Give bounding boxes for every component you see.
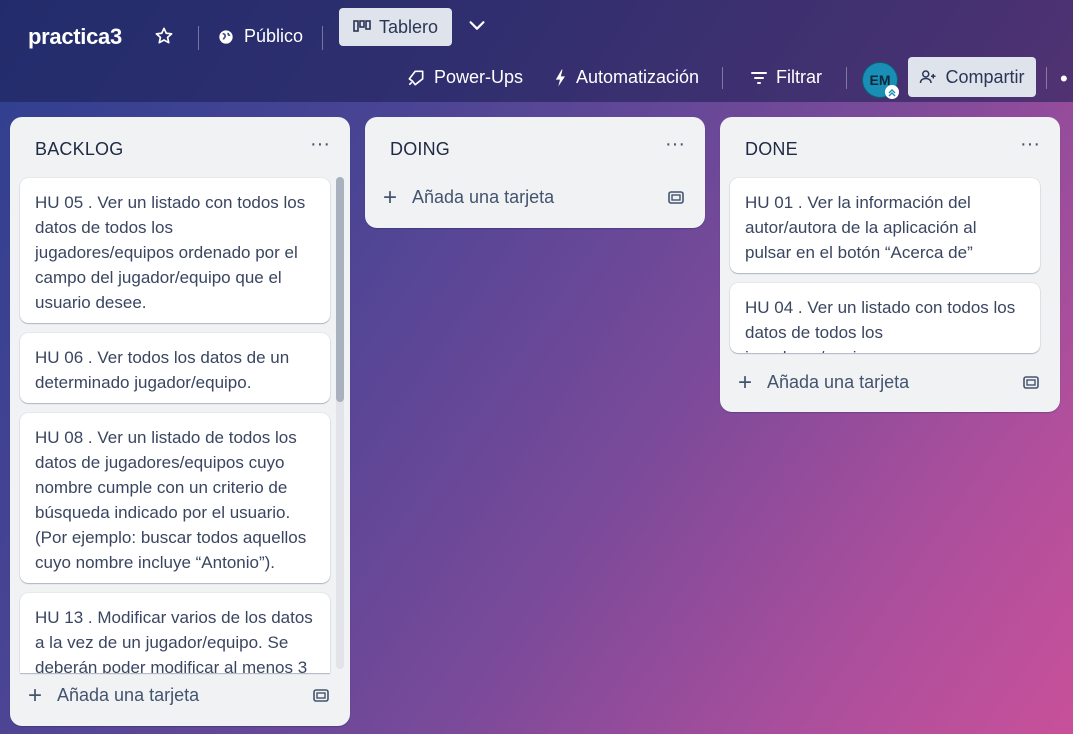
view-switch-button[interactable]: Tablero [339, 8, 452, 46]
divider [846, 67, 847, 89]
card-title: HU 06 . Ver todos los datos de un determ… [35, 348, 290, 392]
list-backlog: BACKLOG ··· HU 05 . Ver un listado con t… [10, 117, 350, 726]
list-menu-icon[interactable]: ··· [310, 133, 330, 156]
list-title[interactable]: DOING [390, 139, 450, 160]
card[interactable]: HU 04 . Ver un listado con todos los dat… [730, 283, 1040, 353]
filter-icon [751, 71, 767, 84]
list-title[interactable]: BACKLOG [35, 139, 123, 160]
card-title: HU 05 . Ver un listado con todos los dat… [35, 193, 306, 312]
add-card-button[interactable]: + Añada una tarjeta [380, 183, 555, 211]
view-label: Tablero [378, 16, 439, 37]
avatar[interactable]: EM [862, 62, 899, 99]
board-view-icon [353, 20, 371, 32]
list-menu-icon[interactable]: ··· [665, 133, 685, 156]
divider [198, 26, 199, 50]
share-label: Compartir [945, 66, 1025, 87]
globe-icon [219, 29, 233, 44]
card-template-icon[interactable] [312, 688, 330, 704]
plus-icon: + [737, 368, 752, 396]
card[interactable]: HU 01 . Ver la información del autor/aut… [730, 178, 1040, 273]
star-button[interactable] [154, 26, 174, 46]
more-menu-icon[interactable]: • [1060, 66, 1068, 92]
automation-button[interactable]: Automatización [552, 67, 699, 88]
card-title: HU 08 . Ver un listado de todos los dato… [35, 428, 307, 572]
visibility-button[interactable]: Público [216, 26, 303, 47]
divider [322, 26, 323, 50]
visibility-label: Público [244, 26, 304, 46]
card-title: HU 13 . Modificar varios de los datos a … [35, 608, 313, 673]
add-card-label: Añada una tarjeta [412, 187, 555, 207]
card-template-icon[interactable] [667, 190, 685, 206]
card[interactable]: HU 06 . Ver todos los datos de un determ… [20, 333, 330, 403]
admin-badge-icon [885, 85, 899, 99]
divider [722, 67, 723, 89]
add-card-button[interactable]: + Añada una tarjeta [735, 368, 910, 396]
card-title: HU 01 . Ver la información del autor/aut… [745, 193, 977, 262]
plus-icon: + [27, 681, 42, 709]
chevron-down-icon [469, 21, 485, 30]
card[interactable]: HU 05 . Ver un listado con todos los dat… [20, 178, 330, 323]
board-title[interactable]: practica3 [28, 24, 122, 50]
board-header: practica3 Público Tablero Power-Ups Auto… [0, 0, 1073, 102]
list-doing: DOING ··· + Añada una tarjeta [365, 117, 705, 228]
plus-icon: + [382, 183, 397, 211]
lightning-icon [555, 69, 565, 86]
rocket-icon [408, 70, 424, 85]
card[interactable]: HU 08 . Ver un listado de todos los dato… [20, 413, 330, 583]
divider [1046, 67, 1047, 89]
add-card-label: Añada una tarjeta [767, 372, 910, 392]
list-title[interactable]: DONE [745, 139, 798, 160]
share-button[interactable]: Compartir [908, 57, 1036, 97]
automation-label: Automatización [576, 67, 700, 87]
view-options-button[interactable] [466, 14, 488, 36]
card[interactable]: HU 13 . Modificar varios de los datos a … [20, 593, 330, 673]
add-card-label: Añada una tarjeta [57, 685, 200, 705]
add-user-icon [920, 70, 936, 84]
powerups-button[interactable]: Power-Ups [406, 67, 523, 88]
card-title: HU 04 . Ver un listado con todos los dat… [745, 298, 1016, 353]
add-card-button[interactable]: + Añada una tarjeta [25, 681, 200, 709]
list-done: DONE ··· HU 01 . Ver la información del … [720, 117, 1060, 412]
filter-label: Filtrar [776, 67, 822, 87]
star-icon [155, 27, 173, 44]
powerups-label: Power-Ups [434, 67, 524, 87]
list-menu-icon[interactable]: ··· [1020, 133, 1040, 156]
card-template-icon[interactable] [1022, 375, 1040, 391]
list-scrollbar-thumb[interactable] [336, 177, 344, 402]
filter-button[interactable]: Filtrar [750, 67, 822, 88]
